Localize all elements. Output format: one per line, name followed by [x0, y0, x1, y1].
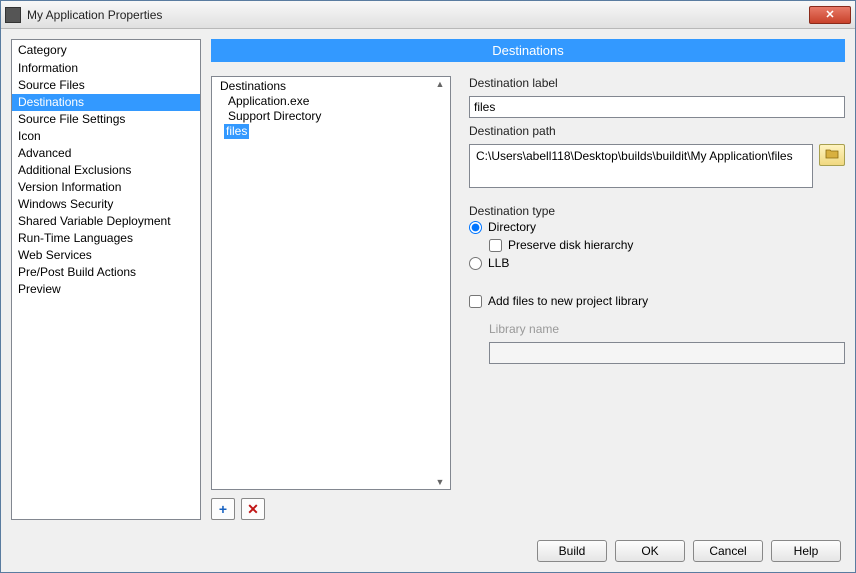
dest-path-label: Destination path [469, 124, 845, 138]
page-body: DestinationsApplication.exeSupport Direc… [211, 76, 845, 520]
dest-path-input[interactable]: C:\Users\abell118\Desktop\builds\buildit… [469, 144, 813, 188]
sidebar-item[interactable]: Destinations [12, 94, 200, 111]
sidebar-item[interactable]: Run-Time Languages [12, 230, 200, 247]
destinations-column: DestinationsApplication.exeSupport Direc… [211, 76, 451, 520]
dest-type-label: Destination type [469, 204, 845, 218]
folder-icon [825, 148, 839, 162]
directory-radio[interactable] [469, 221, 482, 234]
main-panel: Destinations DestinationsApplication.exe… [211, 39, 845, 520]
add-files-row: Add files to new project library [469, 292, 845, 310]
dest-type-llb-row: LLB [469, 254, 845, 272]
preserve-checkbox[interactable] [489, 239, 502, 252]
sidebar-item[interactable]: Information [12, 60, 200, 77]
library-name-label: Library name [489, 322, 845, 336]
sidebar-item[interactable]: Preview [12, 281, 200, 298]
content-area: Category InformationSource FilesDestinat… [1, 29, 855, 530]
category-list[interactable]: InformationSource FilesDestinationsSourc… [12, 60, 200, 519]
add-files-checkbox[interactable] [469, 295, 482, 308]
cancel-button[interactable]: Cancel [693, 540, 763, 562]
scroll-up-icon: ▲ [436, 79, 445, 89]
destination-item[interactable]: Support Directory [224, 108, 325, 124]
app-icon [5, 7, 21, 23]
category-sidebar: Category InformationSource FilesDestinat… [11, 39, 201, 520]
dialog-footer: Build OK Cancel Help [1, 530, 855, 572]
ok-button[interactable]: OK [615, 540, 685, 562]
dest-label-label: Destination label [469, 76, 845, 90]
sidebar-item[interactable]: Version Information [12, 179, 200, 196]
sidebar-item[interactable]: Shared Variable Deployment [12, 213, 200, 230]
plus-icon: + [219, 501, 227, 517]
dest-type-group: Destination type Directory Preserve disk… [469, 204, 845, 272]
add-destination-button[interactable]: + [211, 498, 235, 520]
properties-dialog: My Application Properties ✕ Category Inf… [0, 0, 856, 573]
sidebar-item[interactable]: Web Services [12, 247, 200, 264]
sidebar-item[interactable]: Windows Security [12, 196, 200, 213]
help-button[interactable]: Help [771, 540, 841, 562]
dest-path-row: C:\Users\abell118\Desktop\builds\buildit… [469, 144, 845, 188]
destinations-listbox[interactable]: DestinationsApplication.exeSupport Direc… [211, 76, 451, 490]
sidebar-item[interactable]: Pre/Post Build Actions [12, 264, 200, 281]
category-header: Category [12, 40, 200, 60]
scrollbar[interactable]: ▲ ▼ [432, 79, 448, 487]
library-name-input [489, 342, 845, 364]
add-files-label: Add files to new project library [488, 294, 648, 308]
window-title: My Application Properties [27, 8, 809, 22]
sidebar-item[interactable]: Icon [12, 128, 200, 145]
sidebar-item[interactable]: Source File Settings [12, 111, 200, 128]
preserve-label: Preserve disk hierarchy [508, 238, 633, 252]
destinations-buttons: + ✕ [211, 498, 451, 520]
llb-label: LLB [488, 256, 509, 270]
destination-item[interactable]: Application.exe [224, 93, 313, 109]
sidebar-item[interactable]: Source Files [12, 77, 200, 94]
directory-label: Directory [488, 220, 536, 234]
close-button[interactable]: ✕ [809, 6, 851, 24]
browse-button[interactable] [819, 144, 845, 166]
scroll-down-icon: ▼ [436, 477, 445, 487]
destination-item[interactable]: files [224, 124, 249, 139]
destination-item[interactable]: Destinations [216, 79, 290, 94]
build-button[interactable]: Build [537, 540, 607, 562]
titlebar: My Application Properties ✕ [1, 1, 855, 29]
llb-radio[interactable] [469, 257, 482, 270]
preserve-row: Preserve disk hierarchy [489, 236, 845, 254]
destination-form: Destination label Destination path C:\Us… [469, 76, 845, 520]
sidebar-item[interactable]: Additional Exclusions [12, 162, 200, 179]
dest-label-input[interactable] [469, 96, 845, 118]
close-icon: ✕ [825, 8, 834, 21]
delete-destination-button[interactable]: ✕ [241, 498, 265, 520]
page-title: Destinations [211, 39, 845, 62]
dest-type-directory-row: Directory [469, 218, 845, 236]
sidebar-item[interactable]: Advanced [12, 145, 200, 162]
delete-icon: ✕ [247, 501, 259, 518]
